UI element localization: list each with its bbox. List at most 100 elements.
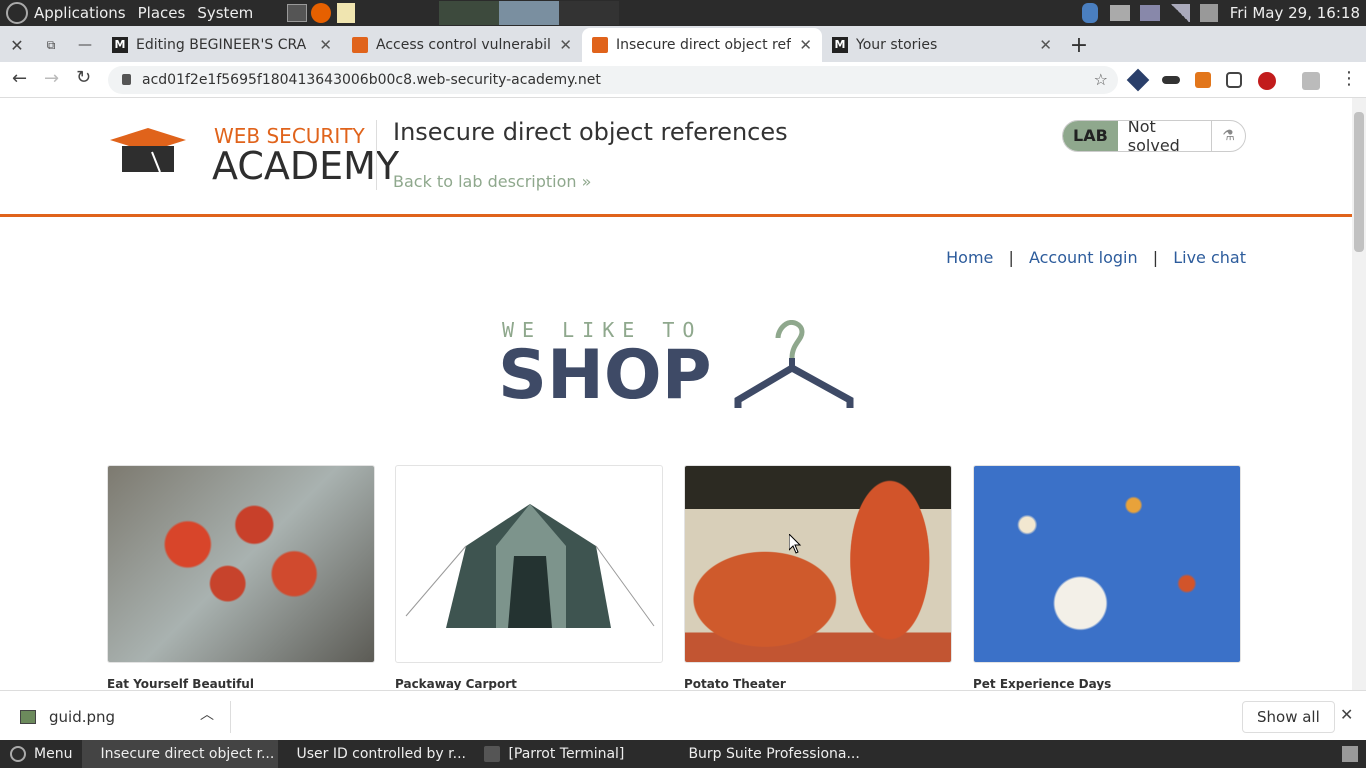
scrollbar-thumb[interactable] <box>1354 112 1364 252</box>
product-name[interactable]: Potato Theater <box>684 677 952 690</box>
page-scrollbar[interactable] <box>1352 98 1366 690</box>
download-filename[interactable]: guid.png <box>49 708 115 726</box>
wifi-signal-icon[interactable] <box>1169 4 1190 22</box>
clock[interactable]: Fri May 29, 16:18 <box>1230 4 1360 22</box>
minimize-window-icon[interactable]: — <box>68 28 102 62</box>
tab-editing[interactable]: M Editing BEGINEER'S CRA ✕ <box>102 28 342 62</box>
forward-button[interactable]: → <box>44 68 59 89</box>
show-all-button[interactable]: Show all <box>1242 701 1335 733</box>
taskbar-item-burp[interactable]: Burp Suite Professiona... <box>670 740 866 768</box>
back-button[interactable]: ← <box>12 68 27 89</box>
system-menu[interactable]: System <box>191 4 259 22</box>
lab-title: Insecure direct object references <box>393 118 788 146</box>
tab-title: Insecure direct object refe <box>616 37 792 53</box>
os-top-panel: Applications Places System Fri May 29, 1… <box>0 0 1366 26</box>
start-menu-button[interactable]: Menu <box>0 740 82 768</box>
show-desktop-icon[interactable] <box>1342 746 1358 762</box>
reload-button[interactable]: ↻ <box>76 67 91 88</box>
lock-icon[interactable] <box>122 74 131 85</box>
firefox-launcher-icon[interactable] <box>311 3 332 23</box>
product-name[interactable]: Packaway Carport <box>395 677 663 690</box>
close-window-icon[interactable]: ✕ <box>0 28 34 62</box>
terminal-launcher-icon[interactable] <box>287 4 308 22</box>
extension-mask-icon[interactable] <box>1162 76 1180 84</box>
adblock-icon[interactable] <box>1258 72 1276 90</box>
lab-status-widget: LAB Not solved ⚗ <box>1062 120 1246 152</box>
taskbar-item-chrome[interactable]: Insecure direct object r... <box>82 740 279 768</box>
download-options-chevron-icon[interactable]: ︿ <box>200 704 214 724</box>
nav-separator: | <box>1008 248 1014 267</box>
shop-logo-big-text: SHOP <box>498 336 712 415</box>
tent-illustration <box>405 504 655 628</box>
portswigger-icon <box>352 37 368 53</box>
close-tab-icon[interactable]: ✕ <box>559 36 572 54</box>
os-taskbar: Menu Insecure direct object r... User ID… <box>0 740 1366 768</box>
tab-title: Your stories <box>856 37 938 53</box>
tab-your-stories[interactable]: M Your stories ✕ <box>822 28 1062 62</box>
volume-icon[interactable] <box>1109 5 1130 21</box>
shop-logo: WE LIKE TO SHOP <box>498 316 858 416</box>
text-editor-launcher-icon[interactable] <box>337 3 356 23</box>
downloads-divider <box>230 701 231 733</box>
product-name[interactable]: Eat Yourself Beautiful <box>107 677 375 690</box>
hanger-icon <box>734 320 854 408</box>
downloads-bar: guid.png ︿ Show all ✕ <box>0 690 1366 740</box>
graduation-cap-icon <box>110 128 186 173</box>
close-tab-icon[interactable]: ✕ <box>319 36 332 54</box>
battery-icon[interactable] <box>1199 4 1218 22</box>
places-menu[interactable]: Places <box>132 4 192 22</box>
more-menu-icon[interactable]: ⋮ <box>1340 68 1358 89</box>
url-text: acd01f2e1f5695f180413643006b00c8.web-sec… <box>142 72 601 88</box>
nav-home-link[interactable]: Home <box>946 248 993 267</box>
product-card[interactable]: Packaway Carport <box>395 465 663 690</box>
extension-b-icon[interactable] <box>1226 72 1242 88</box>
product-card[interactable]: Eat Yourself Beautiful <box>107 465 375 690</box>
taskbar-item-terminal[interactable]: [Parrot Terminal] <box>474 740 670 768</box>
taskbar-item-label: Burp Suite Professiona... <box>688 746 860 762</box>
metamask-icon[interactable] <box>1195 72 1211 88</box>
start-menu-label: Menu <box>34 746 73 762</box>
nav-live-chat-link[interactable]: Live chat <box>1173 248 1246 267</box>
nav-account-login-link[interactable]: Account login <box>1029 248 1138 267</box>
translate-icon[interactable] <box>1302 72 1320 90</box>
back-to-description-link[interactable]: Back to lab description » <box>393 172 591 191</box>
tab-title: Access control vulnerabili <box>376 37 552 53</box>
taskbar-item-firefox[interactable]: User ID controlled by r... <box>278 740 474 768</box>
restore-window-icon[interactable]: ⧉ <box>34 28 68 62</box>
network-icon[interactable] <box>1139 5 1160 21</box>
lab-badge: LAB <box>1063 121 1118 151</box>
tab-access-control[interactable]: Access control vulnerabili ✕ <box>342 28 582 62</box>
product-image[interactable] <box>107 465 375 663</box>
header-divider <box>376 120 377 190</box>
parrot-logo-icon[interactable] <box>6 2 28 24</box>
product-image[interactable] <box>395 465 663 663</box>
browser-tab-strip: ✕ ⧉ — M Editing BEGINEER'S CRA ✕ Access … <box>0 26 1366 62</box>
tab-title: Editing BEGINEER'S CRA <box>136 37 307 53</box>
close-downloads-icon[interactable]: ✕ <box>1340 705 1353 724</box>
extension-icon[interactable] <box>1126 68 1150 92</box>
nav-separator: | <box>1152 248 1159 267</box>
logo-academy-text: ACADEMY <box>212 144 400 188</box>
product-card[interactable]: Pet Experience Days <box>973 465 1241 690</box>
web-page: WEB SECURITY ACADEMY Insecure direct obj… <box>0 98 1352 690</box>
close-tab-icon[interactable]: ✕ <box>799 36 812 54</box>
address-bar[interactable]: acd01f2e1f5695f180413643006b00c8.web-sec… <box>108 66 1118 94</box>
lab-status-text: Not solved <box>1127 120 1180 152</box>
back-link-label: Back to lab description <box>393 172 577 191</box>
bookmark-star-icon[interactable]: ☆ <box>1094 70 1108 89</box>
flask-icon: ⚗ <box>1211 121 1245 151</box>
product-name[interactable]: Pet Experience Days <box>973 677 1241 690</box>
new-tab-button[interactable]: + <box>1062 28 1096 62</box>
tab-insecure-direct-object[interactable]: Insecure direct object refe ✕ <box>582 28 822 62</box>
product-card[interactable]: Potato Theater <box>684 465 952 690</box>
bluetooth-icon[interactable] <box>1081 3 1098 23</box>
medium-icon: M <box>832 37 848 53</box>
taskbar-item-label: [Parrot Terminal] <box>508 746 625 762</box>
product-image[interactable] <box>973 465 1241 663</box>
academy-logo[interactable]: WEB SECURITY ACADEMY <box>108 124 399 188</box>
taskbar-item-label: Insecure direct object r... <box>100 746 275 762</box>
product-image[interactable] <box>684 465 952 663</box>
applications-menu[interactable]: Applications <box>28 4 132 22</box>
close-tab-icon[interactable]: ✕ <box>1039 36 1052 54</box>
system-monitor-graph <box>439 1 620 25</box>
